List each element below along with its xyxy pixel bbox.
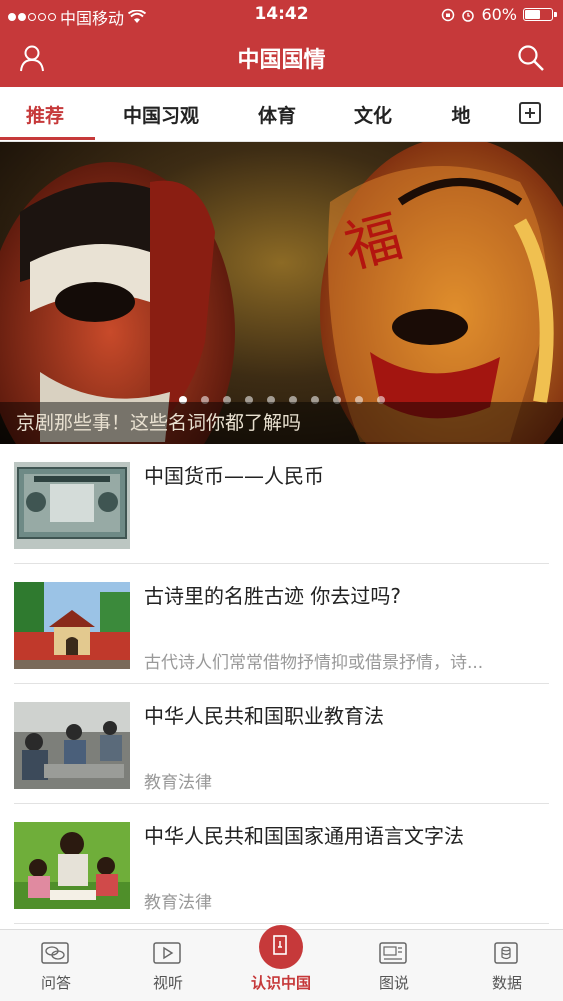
- article-title: 中国货币——人民币: [144, 464, 324, 488]
- orientation-lock-icon: [442, 8, 455, 21]
- door-icon: [273, 935, 287, 955]
- banknote-thumbnail: [14, 462, 130, 549]
- bottom-tab-label: 问答: [40, 974, 71, 992]
- tab-culture[interactable]: 文化: [354, 101, 392, 128]
- article-subtitle: 教育法律: [144, 893, 212, 913]
- tab-geography[interactable]: 地: [450, 101, 472, 128]
- status-bar: 中国移动 14:42 60%: [0, 0, 563, 28]
- article-subtitle: 教育法律: [144, 773, 212, 793]
- database-icon: [494, 942, 518, 964]
- battery-icon: [523, 8, 557, 21]
- banner-caption: 京剧那些事！这些名词你都了解吗: [0, 402, 563, 444]
- temple-thumbnail: [14, 582, 130, 669]
- battery-fill: [525, 10, 540, 19]
- tab-sports[interactable]: 体育: [258, 101, 296, 128]
- bottom-tab-bar: 问答 视听 认识中国 图说 数据: [0, 925, 563, 1001]
- article-subtitle: 古代诗人们常常借物抒情抑或借景抒情，诗...: [144, 653, 484, 673]
- app-header: 中国国情: [0, 28, 563, 87]
- add-tab-icon[interactable]: [519, 102, 541, 124]
- bottom-tab-label: 认识中国: [250, 974, 311, 992]
- article-title: 中华人民共和国职业教育法: [144, 704, 384, 728]
- search-icon[interactable]: [515, 42, 547, 74]
- bottom-tab-label: 视听: [152, 974, 183, 992]
- bottom-tab-data[interactable]: 数据: [451, 930, 563, 1001]
- battery-percentage: 60%: [481, 5, 517, 24]
- bottom-tab-label: 数据: [491, 974, 522, 992]
- tab-china-xi[interactable]: 中国习观: [123, 101, 199, 128]
- workshop-thumbnail: [14, 702, 130, 789]
- tab-recommend[interactable]: 推荐: [26, 101, 64, 128]
- reading-thumbnail: [14, 822, 130, 909]
- list-item[interactable]: 中国货币——人民币: [14, 444, 549, 564]
- chat-bubbles-icon: [41, 942, 69, 964]
- list-item[interactable]: 中华人民共和国国家通用语言文字法 教育法律: [14, 804, 549, 924]
- category-tabs: 推荐 中国习观 体育 文化 地: [0, 87, 563, 142]
- status-right: 60%: [441, 5, 557, 24]
- bottom-tab-media[interactable]: 视听: [112, 930, 224, 1001]
- active-tab-indicator: [0, 137, 95, 140]
- featured-banner[interactable]: 福 京剧那些事！这些名词你都了解吗: [0, 142, 563, 444]
- bottom-tab-label: 图说: [378, 974, 409, 992]
- bottom-tab-know-china[interactable]: 认识中国: [225, 925, 337, 1001]
- article-title: 古诗里的名胜古迹 你去过吗?: [144, 584, 401, 608]
- article-list: 中国货币——人民币 古诗里的名胜古迹 你去过吗? 古代诗人们常常借物抒情抑或借景…: [0, 444, 563, 924]
- bottom-tab-qa[interactable]: 问答: [0, 930, 112, 1001]
- page-title: 中国国情: [237, 48, 326, 73]
- picture-icon: [379, 942, 407, 964]
- list-item[interactable]: 古诗里的名胜古迹 你去过吗? 古代诗人们常常借物抒情抑或借景抒情，诗...: [14, 564, 549, 684]
- article-title: 中华人民共和国国家通用语言文字法: [144, 824, 464, 848]
- play-icon: [153, 942, 181, 964]
- alarm-icon: [462, 9, 475, 22]
- list-item[interactable]: 中华人民共和国职业教育法 教育法律: [14, 684, 549, 804]
- bottom-tab-pictures[interactable]: 图说: [338, 930, 450, 1001]
